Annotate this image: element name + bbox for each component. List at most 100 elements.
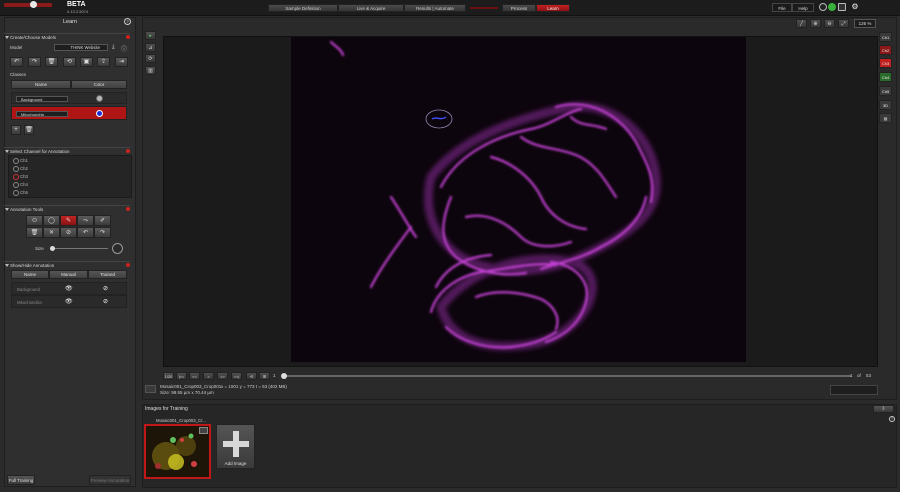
line-tool-icon[interactable]: ⤳ [77,215,94,226]
download-icon[interactable]: ⤓ [112,44,115,51]
add-image-button[interactable]: Add Image [216,424,255,469]
mode-process[interactable]: Process [502,4,536,12]
eraser-tool-icon[interactable]: ⊘ [60,227,77,238]
section-show-hide[interactable]: Show/Hide Annotation [4,261,130,268]
delete-model-button[interactable]: 🗑 [45,57,58,67]
reset-model-button[interactable]: ⟲ [63,57,76,67]
snapshot-icon[interactable] [145,385,156,393]
step-sample-definition[interactable]: Sample Definition [268,4,338,12]
zoom-out-icon[interactable]: ⊖ [824,19,835,28]
gear-icon[interactable]: ⚙ [851,3,859,11]
class-name-mitochondria[interactable]: Mitochondria [16,111,68,117]
compass-icon[interactable] [819,3,827,11]
pen-tool-icon[interactable]: ✐ [94,215,111,226]
microscopy-image[interactable] [291,37,746,362]
class-name-background[interactable]: Background [16,96,68,102]
channel-radio-ch5[interactable]: Ch5 [13,190,28,196]
mode-learn[interactable]: Learn [536,4,570,12]
frame-select-icon[interactable]: ⊞ [259,372,270,380]
delete-class-button[interactable]: 🗑 [24,125,34,135]
channel-radio-ch4[interactable]: Ch4 [13,182,28,188]
export-model-button[interactable]: ⇪ [97,57,110,67]
channel-settings-icon[interactable]: ▤ [879,113,892,123]
frame-slider-knob[interactable] [281,373,287,379]
redo-icon[interactable]: ↷ [94,227,111,238]
redo-model-button[interactable]: ↷ [28,57,41,67]
model-select[interactable]: THINK Website [54,44,108,51]
channel-toggle-ch2[interactable]: Ch2 [879,45,892,55]
channel-radio-ch3[interactable]: Ch3 [13,174,28,180]
info-icon[interactable]: ⓘ [121,44,127,53]
ellipse-tool-icon[interactable]: ⬭ [26,215,43,226]
eye-icon[interactable]: 👁 [65,285,73,292]
plus-icon-bar [223,441,249,447]
loop-icon[interactable]: ⟲ [246,372,257,380]
step-live-acquire[interactable]: Live & Acquire [338,4,404,12]
frame-total: 53 [866,373,872,378]
zoom-in-icon[interactable]: ⊕ [810,19,821,28]
brush-tool-icon[interactable]: ✎ [60,215,77,226]
class-color-background[interactable] [96,95,103,102]
play-icon[interactable]: > [203,372,214,380]
viewer-refresh-icon[interactable]: ⟳ [145,54,156,63]
add-class-button[interactable]: + [11,125,21,135]
section-create-models[interactable]: Create/Choose Models [4,33,130,40]
viewer-histogram-icon[interactable]: ▥ [145,66,156,75]
channel-toggle-ch5[interactable]: Ch5 [879,86,892,96]
draw-line-icon[interactable]: ╱ [796,19,807,28]
brush-size-preview [112,243,123,254]
anno-name-background: Background [17,287,40,292]
training-help-icon[interactable]: ? [889,416,895,422]
first-frame-icon[interactable]: |<< [176,372,187,380]
coordinates: x = 1001 y = 773 t = 53 (402 MB) [221,384,287,389]
fit-screen-icon[interactable]: ⤢ [838,19,849,28]
section-annotation-tools[interactable]: Annotation Tools [4,205,130,212]
channel-toggle-ch1[interactable]: Ch1 [879,32,892,42]
import-model-button[interactable]: ⇥ [115,57,128,67]
next-frame-icon[interactable]: >> [217,372,228,380]
clear-tool-icon[interactable]: ✕ [43,227,60,238]
section-indicator [126,35,130,39]
full-training-button[interactable]: Full Training [7,475,35,485]
channel-toggle-ch3[interactable]: Ch3 [879,58,892,68]
step-results-automate[interactable]: Results | Automate [404,4,466,12]
thumbnail-delete-icon[interactable] [199,427,208,434]
viewer-tool-icon[interactable]: ▸ [145,31,156,40]
undo-model-button[interactable]: ↶ [10,57,23,67]
class-color-mitochondria[interactable] [96,110,103,117]
class-row-mitochondria[interactable]: Mitochondria [11,106,127,120]
status-green-icon[interactable] [828,3,836,11]
viewer-measure-icon[interactable]: ⊿ [145,43,156,52]
channel-toggle-3d[interactable]: 3D [879,100,892,110]
channel-toggle-ch4[interactable]: Ch4 [879,72,892,82]
version-label: 0.13.2.5074 [67,9,89,14]
help-menu[interactable]: Help [792,3,814,12]
size-slider-track[interactable] [50,248,108,249]
undo-icon[interactable]: ↶ [77,227,94,238]
minimap[interactable] [830,385,878,395]
prev-frame-icon[interactable]: << [189,372,200,380]
channel-radio-ch1[interactable]: Ch1 [13,158,28,164]
training-add-icon[interactable]: ⇩ [873,405,894,413]
channel-radio-ch2[interactable]: Ch2 [13,166,28,172]
lasso-tool-icon[interactable]: ◯ [43,215,60,226]
last-frame-icon[interactable]: >>| [231,372,242,380]
class-row-background[interactable]: Background [11,92,127,104]
help-icon[interactable]: ? [124,18,131,25]
frame-slider-track[interactable] [283,375,851,377]
frame-step-label[interactable]: 1/20 [163,372,174,380]
trash-tool-icon[interactable]: 🗑 [26,227,43,238]
eye-off-icon[interactable]: ⊘ [103,285,108,292]
size-slider-knob[interactable] [50,246,55,251]
workflow-connector [470,7,498,9]
eye-off-icon[interactable]: ⊘ [103,298,108,305]
zoom-level[interactable]: 126 % [854,19,876,28]
file-menu[interactable]: File [772,3,792,12]
frame-pos: 1 [850,373,853,378]
eye-icon[interactable]: 👁 [65,298,73,305]
classes-col-name: Name [11,80,71,89]
save-model-button[interactable]: ▣ [80,57,93,67]
section-select-channel[interactable]: Select Channel for Annotation [4,147,130,154]
window-icon[interactable] [838,3,846,11]
preview-annotation-button[interactable]: Preview Annotation [89,475,131,485]
